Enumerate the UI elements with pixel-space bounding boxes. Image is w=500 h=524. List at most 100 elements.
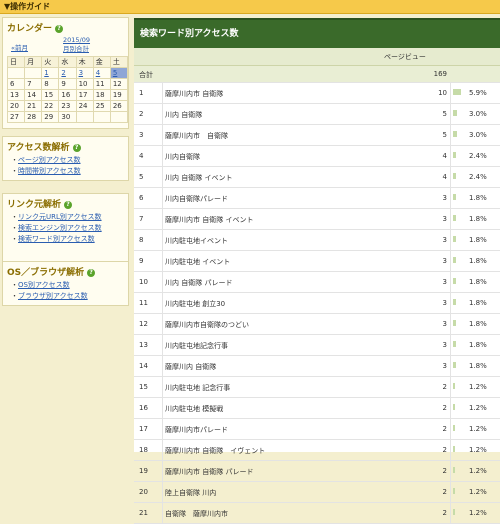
row-separator (162, 440, 163, 460)
access-analysis-panel: アクセス数解析? ページ別アクセス数時間帯別アクセス数 (2, 136, 129, 181)
row-separator (162, 146, 163, 166)
share-percent: 1.2% (469, 488, 487, 496)
row-separator (162, 251, 163, 271)
weekday-header: 土 (109, 56, 129, 68)
table-row: 8 川内駐屯地イベント 3 1.8% (134, 230, 500, 251)
calendar-day: 18 (92, 89, 111, 101)
operation-guide-bar[interactable]: ▼操作ガイド (0, 0, 500, 14)
share-percent: 1.8% (469, 341, 487, 349)
share-percent: 1.2% (469, 446, 487, 454)
calendar-day: 7 (24, 78, 43, 90)
row-separator (450, 230, 451, 250)
row-separator (162, 209, 163, 229)
pageview-count: 3 (442, 320, 447, 328)
help-icon[interactable]: ? (72, 143, 81, 152)
row-separator (162, 503, 163, 523)
sidebar-link-item[interactable]: リンク元URL別アクセス数 (11, 212, 124, 223)
table-row: 1 薩摩川内市 自衛隊 10 5.9% (134, 83, 500, 104)
sidebar-link-item[interactable]: 検索エンジン別アクセス数 (11, 223, 124, 234)
sidebar-link[interactable]: リンク元URL別アクセス数 (18, 213, 102, 221)
weekday-header: 木 (75, 56, 94, 68)
calendar-day: 19 (109, 89, 129, 101)
calendar-day: 8 (41, 78, 60, 90)
pageview-count: 10 (438, 89, 447, 97)
calendar-day[interactable]: 2 (58, 67, 77, 79)
calendar-day[interactable]: 3 (75, 67, 94, 79)
search-word: 川内駐屯地記念行事 (165, 342, 228, 350)
ranking-table: 1 薩摩川内市 自衛隊 10 5.9% 2 川内 自衛隊 5 3.0% 3 薩摩川内市 自衛隊 5 3… (134, 83, 500, 524)
table-row: 6 川内自衛隊パレード 3 1.8% (134, 188, 500, 209)
row-separator (162, 167, 163, 187)
calendar-day: 16 (58, 89, 77, 101)
access-analysis-links: ページ別アクセス数時間帯別アクセス数 (3, 155, 128, 180)
rank-number: 10 (139, 278, 148, 286)
monthly-total-link[interactable]: 月別合計 (63, 45, 90, 54)
search-word: 川内駐屯地 模擬戦 (165, 405, 224, 413)
pageview-count: 3 (442, 257, 447, 265)
share-percent: 5.9% (469, 89, 487, 97)
sidebar-link[interactable]: ブラウザ別アクセス数 (18, 292, 88, 300)
share-bar (453, 446, 455, 452)
prev-month-link[interactable]: «前月 (11, 42, 28, 52)
sidebar-link[interactable]: 時間帯別アクセス数 (18, 167, 81, 175)
pageview-count: 5 (442, 110, 447, 118)
share-percent: 1.2% (469, 404, 487, 412)
calendar-day: 26 (109, 100, 129, 112)
sidebar: カレンダー? «前月 2015/09 月別合計 日月火水木金土123456789… (0, 14, 133, 452)
row-separator (450, 419, 451, 439)
share-percent: 1.2% (469, 509, 487, 517)
sidebar-link-item[interactable]: 時間帯別アクセス数 (11, 166, 124, 177)
share-bar (453, 299, 456, 305)
sidebar-link[interactable]: 検索ワード別アクセス数 (18, 235, 95, 243)
share-percent: 1.8% (469, 236, 487, 244)
row-separator (450, 293, 451, 313)
share-bar (453, 110, 458, 116)
help-icon[interactable]: ? (64, 200, 73, 209)
table-row: 7 薩摩川内市 自衛隊 イベント 3 1.8% (134, 209, 500, 230)
share-percent: 1.2% (469, 425, 487, 433)
calendar-day: 27 (6, 111, 26, 123)
sidebar-link-item[interactable]: 検索ワード別アクセス数 (11, 234, 124, 245)
share-percent: 2.4% (469, 173, 487, 181)
sidebar-link[interactable]: OS別アクセス数 (18, 281, 70, 289)
row-separator (450, 461, 451, 481)
table-row: 14 薩摩川内 自衛隊 3 1.8% (134, 356, 500, 377)
row-separator (162, 293, 163, 313)
table-row: 12 薩摩川内市自衛隊のつどい 3 1.8% (134, 314, 500, 335)
weekday-header: 水 (58, 56, 77, 68)
calendar-day: 24 (75, 100, 94, 112)
search-word: 薩摩川内市 自衛隊 イベント (165, 216, 254, 224)
table-row: 2 川内 自衛隊 5 3.0% (134, 104, 500, 125)
search-word: 川内 自衛隊 イベント (165, 174, 233, 182)
calendar-day[interactable]: 5 (109, 67, 129, 79)
sidebar-link[interactable]: ページ別アクセス数 (18, 156, 81, 164)
sidebar-link-item[interactable]: ページ別アクセス数 (11, 155, 124, 166)
current-month-link[interactable]: 2015/09 (63, 36, 90, 45)
table-row: 18 薩摩川内市 自衛隊 イヴェント 2 1.2% (134, 440, 500, 461)
rank-number: 2 (139, 110, 144, 118)
calendar-day (92, 111, 111, 123)
calendar-day[interactable]: 1 (41, 67, 60, 79)
share-percent: 3.0% (469, 110, 487, 118)
pageview-count: 2 (442, 509, 447, 517)
sidebar-link[interactable]: 検索エンジン別アクセス数 (18, 224, 102, 232)
calendar-day[interactable]: 4 (92, 67, 111, 79)
row-separator (162, 461, 163, 481)
table-row: 11 川内駐屯地 創立30 3 1.8% (134, 293, 500, 314)
sidebar-link-item[interactable]: OS別アクセス数 (11, 280, 124, 291)
table-row: 4 川内自衛隊 4 2.4% (134, 146, 500, 167)
pageview-count: 2 (442, 446, 447, 454)
calendar-day: 29 (41, 111, 60, 123)
search-word: 川内自衛隊 (165, 153, 200, 161)
sidebar-link-item[interactable]: ブラウザ別アクセス数 (11, 291, 124, 302)
row-separator (450, 272, 451, 292)
calendar-day (6, 67, 26, 79)
help-icon[interactable]: ? (55, 24, 64, 33)
calendar-day: 25 (92, 100, 111, 112)
help-icon[interactable]: ? (87, 268, 96, 277)
search-word: 薩摩川内市 自衛隊 パレード (165, 468, 254, 476)
rank-number: 9 (139, 257, 144, 265)
rank-number: 8 (139, 236, 144, 244)
search-word: 川内駐屯地 創立30 (165, 300, 226, 308)
weekday-header: 月 (24, 56, 43, 68)
